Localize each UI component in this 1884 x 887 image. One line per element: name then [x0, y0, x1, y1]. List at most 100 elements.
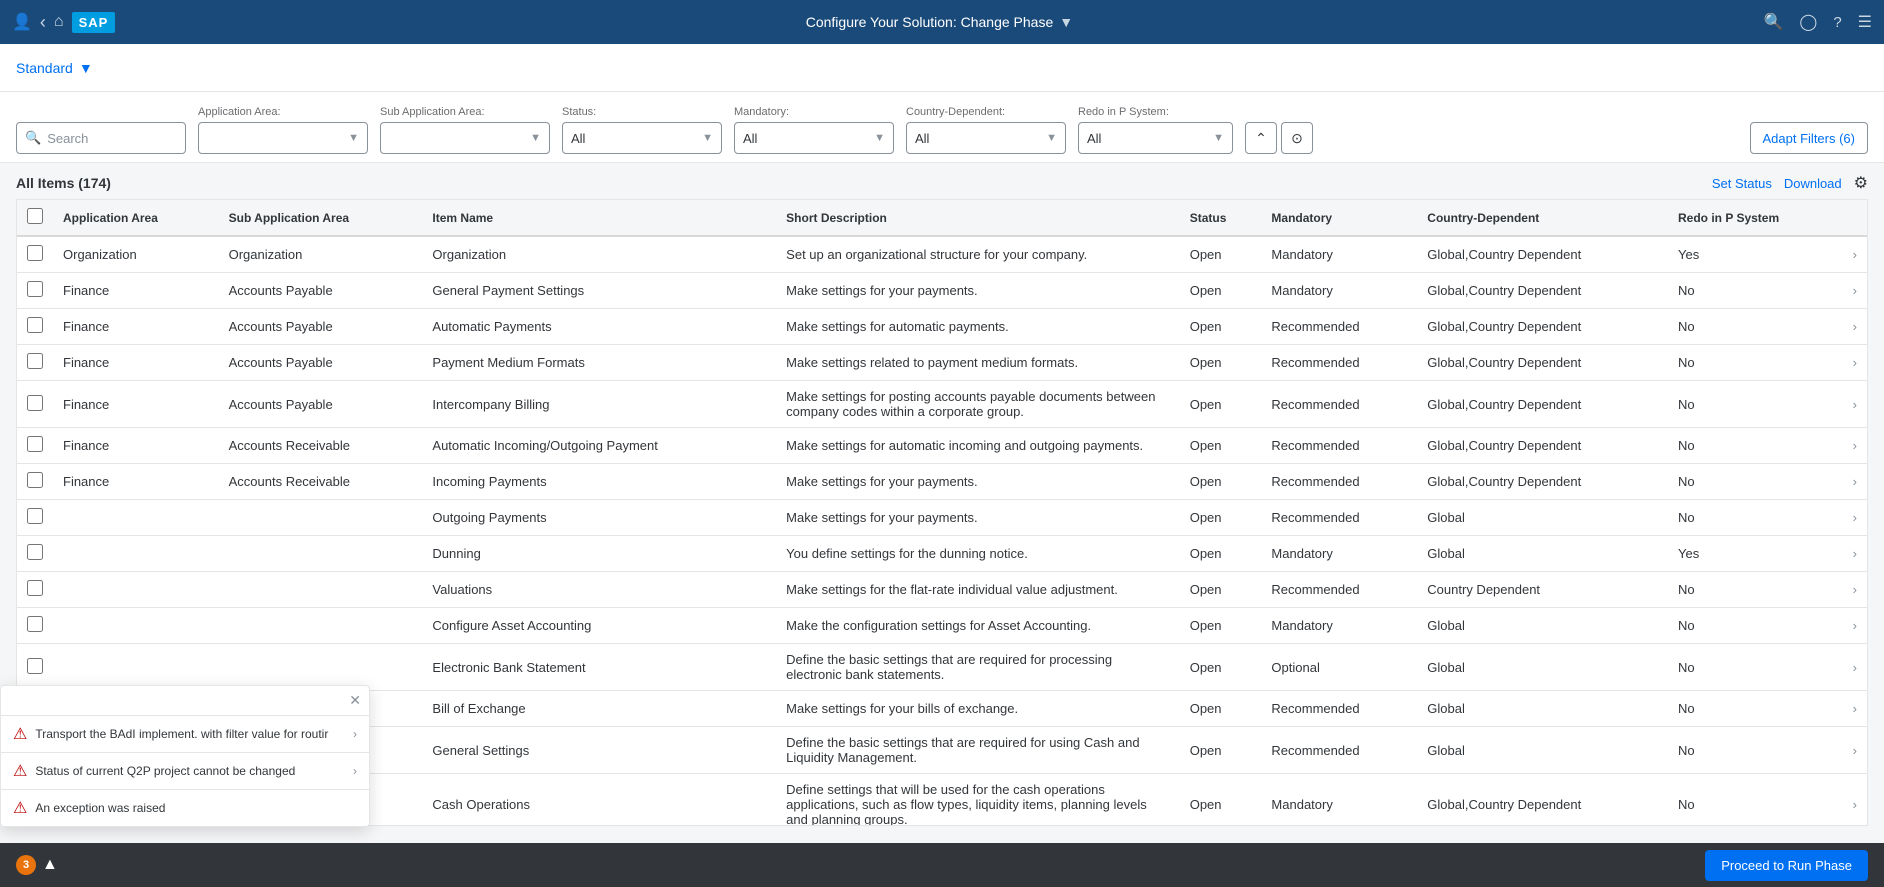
table-row[interactable]: Finance Accounts Payable Automatic Payme… — [17, 309, 1867, 345]
row-arrow[interactable]: › — [1843, 572, 1867, 608]
row-arrow[interactable]: › — [1843, 345, 1867, 381]
cell-mandatory: Mandatory — [1261, 774, 1417, 827]
cell-status: Open — [1180, 644, 1262, 691]
standard-dropdown[interactable]: Standard ▼ — [16, 60, 93, 76]
application-area-group: Application Area: ▼ — [198, 106, 368, 154]
col-header-country-dep: Country-Dependent — [1417, 200, 1668, 236]
table-row[interactable]: Electronic Bank Statement Define the bas… — [17, 644, 1867, 691]
back-icon[interactable]: ‹ — [40, 12, 46, 33]
row-checkbox[interactable] — [27, 436, 43, 452]
filter-actions: ⌃ ⊙ — [1245, 122, 1313, 154]
cell-mandatory: Recommended — [1261, 500, 1417, 536]
cell-short-desc: Make settings related to payment medium … — [776, 345, 1180, 381]
table-row[interactable]: Organization Organization Organization S… — [17, 236, 1867, 273]
row-checkbox-cell[interactable] — [17, 309, 53, 345]
row-checkbox-cell[interactable] — [17, 345, 53, 381]
table-row[interactable]: Configure Asset Accounting Make the conf… — [17, 608, 1867, 644]
notification-item-1[interactable]: ⚠ Transport the BAdI implement. with fil… — [1, 715, 369, 752]
row-checkbox-cell[interactable] — [17, 572, 53, 608]
row-checkbox-cell[interactable] — [17, 273, 53, 309]
notification-close-icon[interactable]: ✕ — [349, 692, 361, 709]
redo-dropdown[interactable]: All ▼ — [1078, 122, 1233, 154]
row-checkbox[interactable] — [27, 395, 43, 411]
filter-settings-icon[interactable]: ⊙ — [1281, 122, 1313, 154]
cell-item-name: Intercompany Billing — [422, 381, 776, 428]
row-checkbox-cell[interactable] — [17, 536, 53, 572]
table-row[interactable]: Finance Accounts Payable General Payment… — [17, 273, 1867, 309]
country-dependent-dropdown[interactable]: All ▼ — [906, 122, 1066, 154]
table-row[interactable]: Finance Accounts Receivable Incoming Pay… — [17, 464, 1867, 500]
row-checkbox-cell[interactable] — [17, 500, 53, 536]
adapt-filters-button[interactable]: Adapt Filters (6) — [1750, 122, 1868, 154]
menu-icon[interactable]: ☰ — [1858, 12, 1872, 32]
row-checkbox[interactable] — [27, 317, 43, 333]
row-arrow[interactable]: › — [1843, 536, 1867, 572]
help-icon[interactable]: ? — [1833, 14, 1841, 31]
col-header-arrow — [1843, 200, 1867, 236]
row-arrow[interactable]: › — [1843, 381, 1867, 428]
download-button[interactable]: Download — [1784, 176, 1842, 191]
row-checkbox[interactable] — [27, 472, 43, 488]
row-arrow[interactable]: › — [1843, 644, 1867, 691]
row-checkbox-cell[interactable] — [17, 608, 53, 644]
row-arrow[interactable]: › — [1843, 464, 1867, 500]
row-arrow[interactable]: › — [1843, 428, 1867, 464]
notification-item-2[interactable]: ⚠ Status of current Q2P project cannot b… — [1, 752, 369, 789]
row-checkbox-cell[interactable] — [17, 428, 53, 464]
row-checkbox-cell[interactable] — [17, 464, 53, 500]
collapse-filter-icon[interactable]: ⌃ — [1245, 122, 1277, 154]
user-icon[interactable]: 👤 — [12, 12, 32, 32]
table-row[interactable]: Outgoing Payments Make settings for your… — [17, 500, 1867, 536]
redo-label: Redo in P System: — [1078, 106, 1233, 118]
row-checkbox[interactable] — [27, 508, 43, 524]
row-checkbox[interactable] — [27, 245, 43, 261]
notification-badge[interactable]: 3 ▲ — [16, 855, 58, 875]
col-header-status: Status — [1180, 200, 1262, 236]
row-checkbox[interactable] — [27, 281, 43, 297]
proceed-to-run-phase-button[interactable]: Proceed to Run Phase — [1705, 850, 1868, 881]
row-checkbox-cell[interactable] — [17, 644, 53, 691]
cell-redo: No — [1668, 345, 1843, 381]
search-placeholder: Search — [47, 131, 88, 146]
table-row[interactable]: Valuations Make settings for the flat-ra… — [17, 572, 1867, 608]
search-input[interactable]: 🔍 Search — [16, 122, 186, 154]
home-icon[interactable]: ⌂ — [54, 13, 64, 31]
row-arrow[interactable]: › — [1843, 774, 1867, 827]
row-arrow[interactable]: › — [1843, 273, 1867, 309]
sub-application-area-dropdown[interactable]: ▼ — [380, 122, 550, 154]
row-checkbox[interactable] — [27, 616, 43, 632]
table-settings-icon[interactable]: ⚙ — [1854, 173, 1868, 193]
cell-country-dep: Country Dependent — [1417, 572, 1668, 608]
cell-app-area — [53, 536, 219, 572]
cell-item-name: General Payment Settings — [422, 273, 776, 309]
row-checkbox[interactable] — [27, 580, 43, 596]
cell-status: Open — [1180, 236, 1262, 273]
table-row[interactable]: Finance Accounts Receivable Automatic In… — [17, 428, 1867, 464]
row-arrow[interactable]: › — [1843, 608, 1867, 644]
row-arrow[interactable]: › — [1843, 309, 1867, 345]
status-dropdown[interactable]: All ▼ — [562, 122, 722, 154]
cell-short-desc: Make the configuration settings for Asse… — [776, 608, 1180, 644]
select-all-header[interactable] — [17, 200, 53, 236]
row-arrow[interactable]: › — [1843, 500, 1867, 536]
notification-item-3[interactable]: ⚠ An exception was raised — [1, 789, 369, 826]
notifications-icon[interactable]: ◯ — [1799, 12, 1817, 32]
cell-sub-app-area — [219, 644, 423, 691]
row-checkbox[interactable] — [27, 353, 43, 369]
row-checkbox-cell[interactable] — [17, 236, 53, 273]
mandatory-dropdown[interactable]: All ▼ — [734, 122, 894, 154]
search-icon[interactable]: 🔍 — [1763, 12, 1783, 32]
cell-country-dep: Global,Country Dependent — [1417, 381, 1668, 428]
select-all-checkbox[interactable] — [27, 208, 43, 224]
row-arrow[interactable]: › — [1843, 236, 1867, 273]
table-row[interactable]: Finance Accounts Payable Payment Medium … — [17, 345, 1867, 381]
table-row[interactable]: Dunning You define settings for the dunn… — [17, 536, 1867, 572]
row-checkbox[interactable] — [27, 658, 43, 674]
set-status-button[interactable]: Set Status — [1712, 176, 1772, 191]
row-arrow[interactable]: › — [1843, 727, 1867, 774]
row-checkbox-cell[interactable] — [17, 381, 53, 428]
row-arrow[interactable]: › — [1843, 691, 1867, 727]
application-area-dropdown[interactable]: ▼ — [198, 122, 368, 154]
row-checkbox[interactable] — [27, 544, 43, 560]
table-row[interactable]: Finance Accounts Payable Intercompany Bi… — [17, 381, 1867, 428]
